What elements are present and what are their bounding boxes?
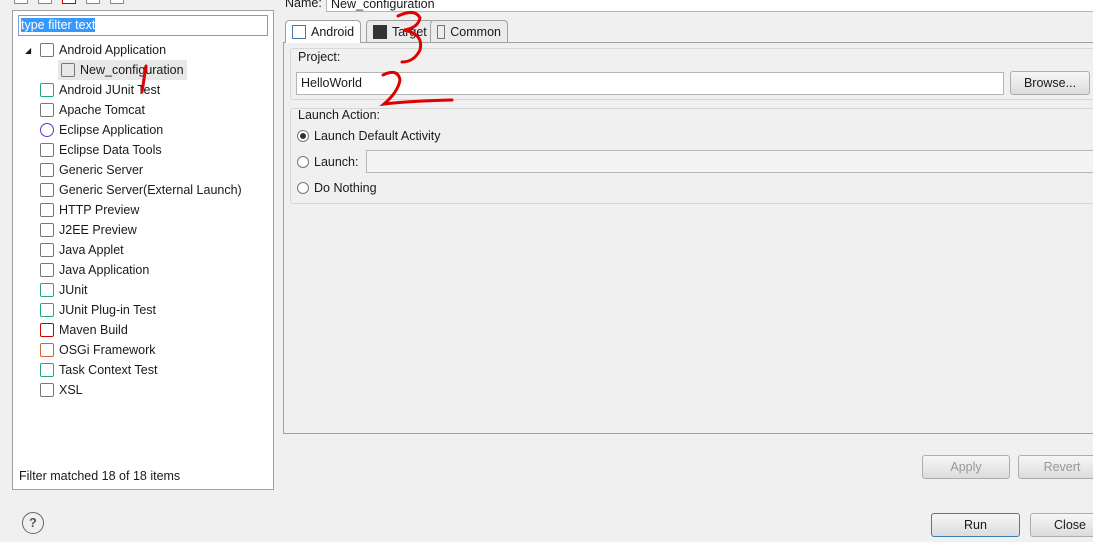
- red-annotations: [140, 11, 454, 107]
- android-tab-icon: [292, 25, 306, 39]
- annotation-2: [379, 70, 454, 107]
- tab-label: Android: [311, 25, 355, 39]
- tab-android[interactable]: Android: [285, 20, 362, 43]
- annotation-1: [140, 64, 148, 94]
- annotation-3: [396, 11, 423, 64]
